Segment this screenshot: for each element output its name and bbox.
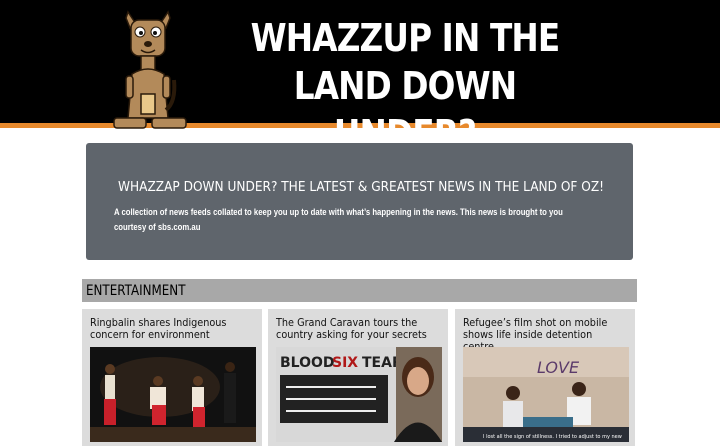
news-card[interactable]: The Grand Caravan tours the country aski…: [268, 309, 448, 446]
site-title: WHAZZUP IN THE LAND DOWN UNDER?: [250, 16, 561, 156]
intro-heading: WHAZZAP DOWN UNDER? THE LATEST & GREATES…: [118, 179, 605, 195]
news-card-title[interactable]: Ringbalin shares Indigenous concern for …: [90, 317, 253, 341]
section-title: ENTERTAINMENT: [86, 283, 186, 299]
image-wall-text: LOVE: [537, 358, 580, 377]
news-card-image[interactable]: BLOOD SIX TEARS: [276, 347, 442, 442]
news-card[interactable]: Ringbalin shares Indigenous concern for …: [82, 309, 262, 446]
intro-panel: WHAZZAP DOWN UNDER? THE LATEST & GREATES…: [86, 143, 633, 260]
image-caption-word: BLOOD: [280, 355, 335, 371]
news-card[interactable]: Refugee’s film shot on mobile shows life…: [455, 309, 635, 446]
intro-text: A collection of news feeds collated to k…: [114, 207, 563, 232]
kangaroo-logo: [110, 10, 190, 134]
section-header-entertainment: ENTERTAINMENT: [82, 279, 637, 302]
news-card-image[interactable]: LOVE I lost all the sign of stillness. I…: [463, 347, 629, 442]
image-caption-word: SIX: [332, 355, 358, 371]
news-card-image[interactable]: [90, 347, 256, 442]
news-card-title[interactable]: The Grand Caravan tours the country aski…: [276, 317, 439, 341]
image-subtitle: I lost all the sign of stillness. I trie…: [483, 434, 622, 440]
